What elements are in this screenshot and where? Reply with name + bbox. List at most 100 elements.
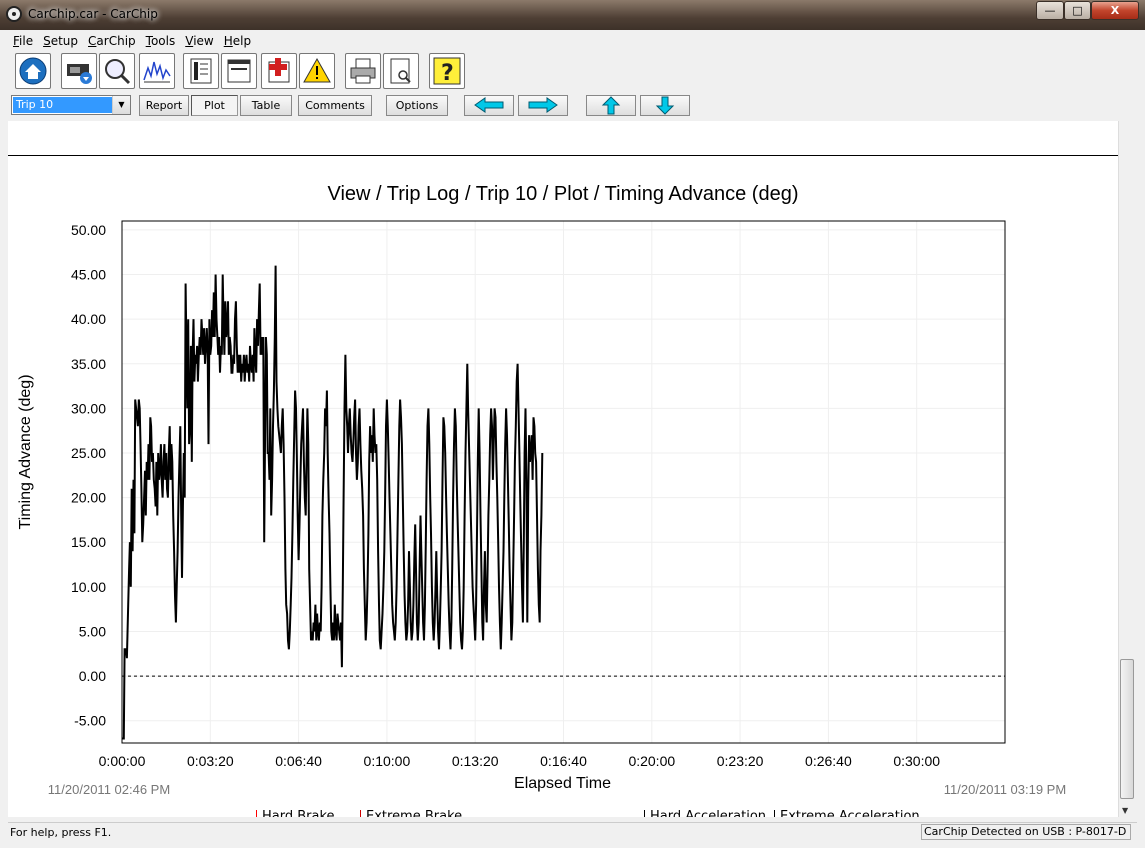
x-axis-label: Elapsed Time <box>514 775 611 792</box>
table-tab-button[interactable]: Table <box>240 95 292 116</box>
x-tick-label: 0:13:20 <box>452 753 499 769</box>
x-tick-label: 0:23:20 <box>717 753 764 769</box>
legend-marker <box>774 810 775 817</box>
help-button[interactable]: ? <box>429 53 465 89</box>
add-button[interactable] <box>261 53 297 89</box>
warning-icon <box>303 57 331 83</box>
arrow-down-icon <box>655 96 675 115</box>
options-button[interactable]: Options <box>386 95 448 116</box>
home-icon <box>19 57 47 85</box>
status-help-text: For help, press F1. <box>10 826 112 839</box>
help-icon: ? <box>433 57 461 86</box>
trip-select-value: Trip 10 <box>13 97 112 113</box>
timing-advance-chart[interactable]: 50.00 45.00 40.00 35.00 30.00 25.00 20.00 15.00… <box>8 121 1118 817</box>
down-button[interactable] <box>640 95 690 116</box>
y-tick-label: 5.00 <box>79 623 106 639</box>
x-tick-label: 0:20:00 <box>628 753 675 769</box>
legend-hard-brake: Hard Brake <box>256 809 335 817</box>
previous-button[interactable] <box>464 95 514 116</box>
maximize-button[interactable]: □ <box>1064 1 1091 20</box>
legend-label: Hard Acceleration <box>650 809 767 817</box>
vertical-scrollbar[interactable]: ▼ <box>1118 121 1135 817</box>
window-button[interactable] <box>221 53 257 89</box>
scroll-down-icon[interactable]: ▼ <box>1122 806 1128 815</box>
y-tick-label: 20.00 <box>71 490 106 506</box>
y-tick-label: 15.00 <box>71 534 106 550</box>
x-tick-label: 0:10:00 <box>364 753 411 769</box>
graph-icon <box>143 61 171 83</box>
comments-button[interactable]: Comments <box>298 95 372 116</box>
arrow-right-icon <box>528 97 558 113</box>
minimize-button[interactable]: — <box>1036 1 1064 20</box>
y-tick-label: -5.00 <box>74 713 106 729</box>
y-tick-label: 35.00 <box>71 356 106 372</box>
legend-label: Extreme Acceleration <box>780 809 920 817</box>
menu-view[interactable]: View <box>180 32 218 50</box>
menu-carchip[interactable]: CarChip <box>83 32 141 50</box>
zoom-button[interactable] <box>99 53 135 89</box>
menu-bar: File Setup CarChip Tools View Help <box>8 30 1137 50</box>
trip-select[interactable]: Trip 10 ▼ <box>11 95 131 115</box>
y-axis-label: Timing Advance (deg) <box>17 374 34 529</box>
x-tick-label: 0:00:00 <box>99 753 146 769</box>
y-tick-label: 10.00 <box>71 579 106 595</box>
start-time-label: 11/20/2011 02:46 PM <box>48 782 170 797</box>
close-button[interactable]: X <box>1091 1 1139 20</box>
app-window: CarChip.car - CarChip — □ X File Setup Car… <box>0 0 1145 848</box>
x-tick-label: 0:03:20 <box>187 753 234 769</box>
print-button[interactable] <box>345 53 381 89</box>
window-title: CarChip.car - CarChip <box>28 7 158 21</box>
report-button[interactable] <box>183 53 219 89</box>
timing-advance-series <box>122 265 544 740</box>
chevron-down-icon[interactable]: ▼ <box>112 96 130 114</box>
legend-extreme-acceleration: Extreme Acceleration <box>774 809 920 817</box>
legend-hard-acceleration: Hard Acceleration <box>644 809 766 817</box>
report-icon <box>190 58 212 84</box>
home-button[interactable] <box>15 53 51 89</box>
navigation-bar: Trip 10 ▼ Report Plot Table Comments Opt… <box>8 92 1137 120</box>
plot-view: View / Trip Log / Trip 10 / Plot / Timin… <box>8 121 1118 817</box>
x-tick-label: 0:30:00 <box>893 753 940 769</box>
end-time-label: 11/20/2011 03:19 PM <box>944 782 1066 797</box>
arrow-left-icon <box>474 97 504 113</box>
window-icon <box>227 59 251 83</box>
y-tick-label: 50.00 <box>71 222 106 238</box>
legend-marker <box>256 810 257 817</box>
y-tick-label: 45.00 <box>71 267 106 283</box>
status-bar: For help, press F1. CarChip Detected on … <box>8 822 1137 843</box>
download-button[interactable] <box>61 53 97 89</box>
status-device: CarChip Detected on USB : P-8017-D <box>921 824 1131 840</box>
print-preview-button[interactable] <box>383 53 419 89</box>
menu-setup[interactable]: Setup <box>38 32 83 50</box>
plot-tab-button[interactable]: Plot <box>191 95 238 116</box>
toolbar: ? <box>8 51 1137 91</box>
y-tick-label: 0.00 <box>79 668 106 684</box>
y-tick-label: 25.00 <box>71 445 106 461</box>
warning-button[interactable] <box>299 53 335 89</box>
app-icon[interactable] <box>6 6 22 22</box>
chip-download-icon <box>67 64 92 84</box>
legend-label: Extreme Brake <box>366 809 463 817</box>
x-tick-label: 0:16:40 <box>540 753 587 769</box>
title-bar[interactable]: CarChip.car - CarChip — □ X <box>0 0 1145 30</box>
svg-text:?: ? <box>441 61 454 86</box>
printer-icon <box>350 58 376 84</box>
report-tab-button[interactable]: Report <box>139 95 189 116</box>
x-tick-label: 0:06:40 <box>275 753 322 769</box>
magnifier-icon <box>105 59 131 85</box>
menu-help[interactable]: Help <box>219 32 256 50</box>
legend-label: Hard Brake <box>262 809 335 817</box>
legend-marker <box>644 810 645 817</box>
next-button[interactable] <box>518 95 568 116</box>
add-icon <box>268 58 290 83</box>
x-tick-label: 0:26:40 <box>805 753 852 769</box>
menu-file[interactable]: File <box>8 32 38 50</box>
up-button[interactable] <box>586 95 636 116</box>
legend-extreme-brake: Extreme Brake <box>360 809 462 817</box>
scrollbar-thumb[interactable] <box>1120 659 1134 799</box>
print-preview-icon <box>390 58 411 84</box>
y-tick-label: 40.00 <box>71 311 106 327</box>
y-tick-label: 30.00 <box>71 400 106 416</box>
menu-tools[interactable]: Tools <box>141 32 181 50</box>
graph-button[interactable] <box>139 53 175 89</box>
